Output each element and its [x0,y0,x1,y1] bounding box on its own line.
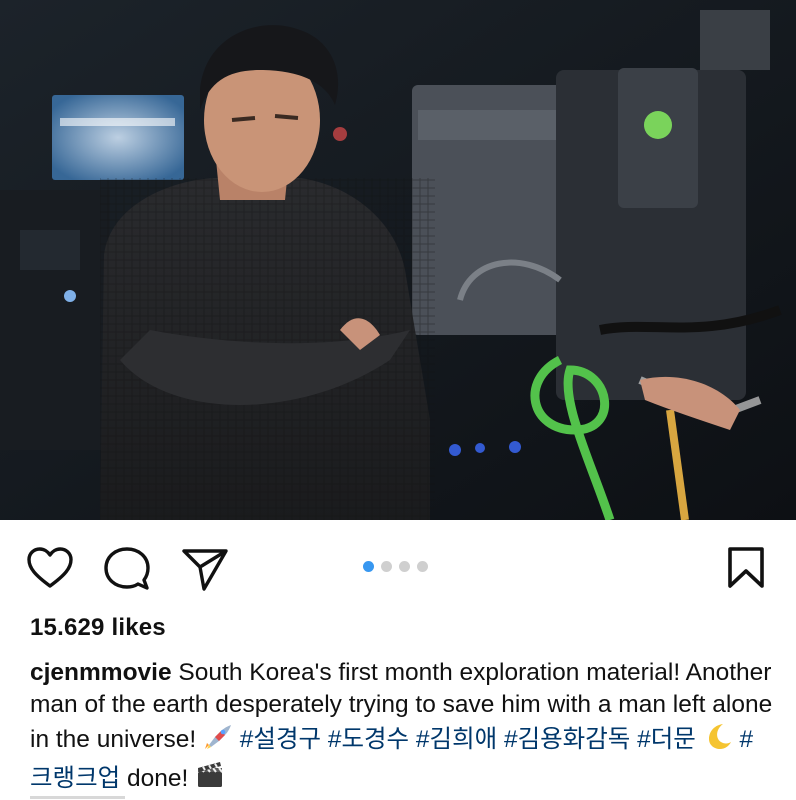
paper-plane-icon[interactable] [182,547,228,591]
carousel-dot [381,561,392,572]
hashtag-link[interactable]: #김희애 [416,726,497,753]
hashtag-link[interactable]: #더문 [637,726,696,753]
carousel-dot [417,561,428,572]
caption-username[interactable]: cjenmmovie [30,659,172,686]
bookmark-icon[interactable] [727,546,765,590]
heart-icon[interactable] [27,547,73,589]
hashtag-link[interactable]: #김용화감독 [504,726,630,753]
post-caption: cjenmmovie South Korea's first month exp… [30,657,775,799]
clapper-board-emoji [195,760,225,799]
crescent-moon-emoji [703,721,733,760]
rocket-emoji [203,721,233,760]
post-photo[interactable] [0,0,796,520]
caption-text: done! [120,765,196,792]
next-line-fragment [30,791,150,800]
hashtag-link[interactable]: #설경구 [240,726,321,753]
post-action-bar [0,520,796,616]
carousel-indicator [363,561,428,572]
likes-count[interactable]: 15.629 likes [30,614,166,642]
carousel-dot-active [363,561,374,572]
carousel-dot [399,561,410,572]
hashtag-link[interactable]: #도경수 [328,726,409,753]
photo-illustration [0,0,796,520]
comment-icon[interactable] [104,547,150,591]
